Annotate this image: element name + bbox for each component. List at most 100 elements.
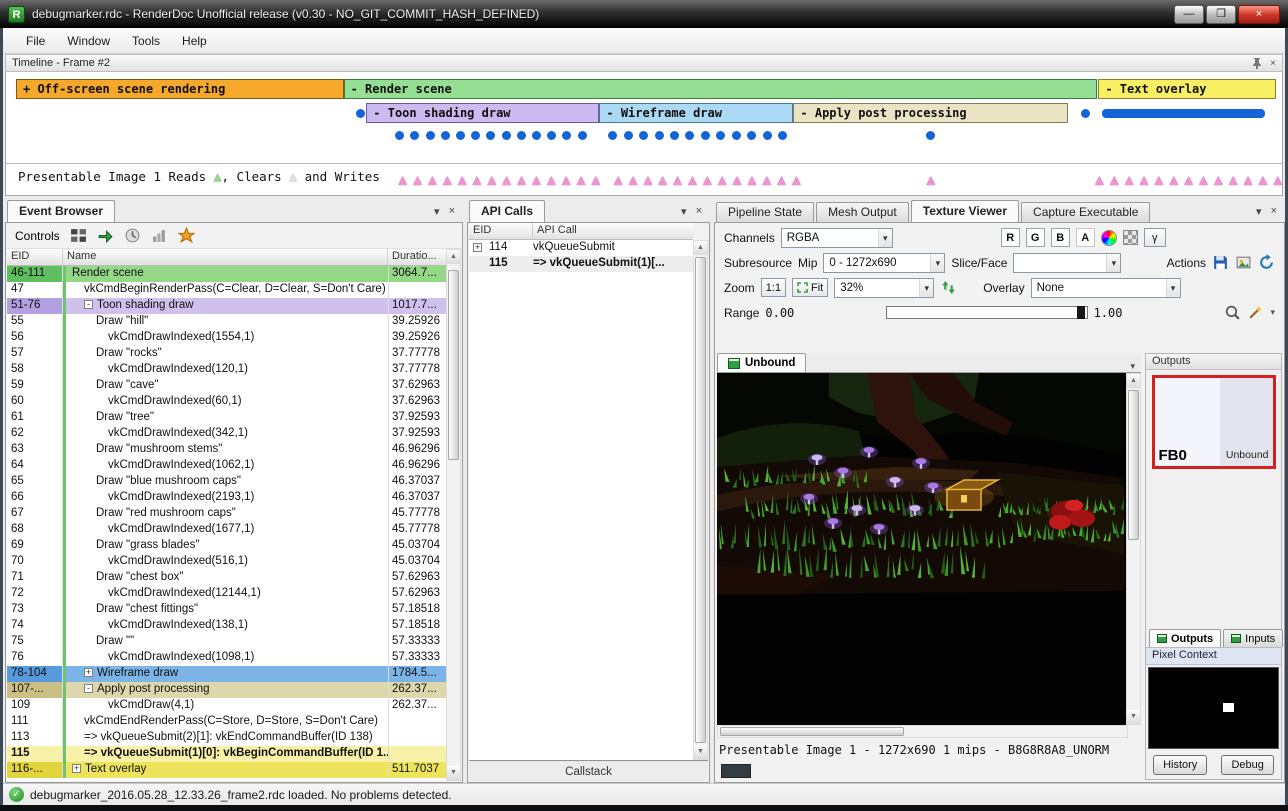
picked-color-swatch[interactable]	[721, 764, 751, 778]
autofit-wand-icon[interactable]	[1247, 304, 1264, 321]
range-min-value[interactable]: 0.00	[765, 306, 794, 320]
expand-icon[interactable]: +	[72, 764, 81, 773]
event-browser-close-icon[interactable]: ×	[449, 205, 455, 218]
menu-file[interactable]: File	[15, 31, 56, 51]
collapse-icon[interactable]: -	[84, 300, 93, 309]
write-marker-icon[interactable]: ▲	[700, 175, 715, 187]
sliceface-select[interactable]: ▾	[1013, 253, 1121, 273]
collapse-icon[interactable]: -	[84, 684, 93, 693]
write-marker-icon[interactable]: ▲	[611, 175, 626, 187]
event-row[interactable]: 63Draw "mushroom stems"46.96296	[7, 442, 446, 458]
event-row[interactable]: 66vkCmdDrawIndexed(2193,1)46.37037	[7, 490, 446, 506]
write-marker-icon[interactable]: ▲	[499, 175, 514, 187]
event-row[interactable]: 111vkCmdEndRenderPass(C=Store, D=Store, …	[7, 714, 446, 730]
write-marker-icon[interactable]: ▲	[670, 175, 685, 187]
draw-marker-dot[interactable]	[1081, 109, 1090, 118]
draw-marker-dot[interactable]	[608, 131, 617, 140]
zoom-fit-button[interactable]: Fit	[792, 278, 828, 297]
goto-eid-icon[interactable]	[97, 227, 114, 244]
scroll-up-icon[interactable]: ▲	[447, 250, 460, 264]
viewport-vscrollbar[interactable]: ▲ ▼	[1126, 373, 1141, 725]
write-marker-icon[interactable]: ▲	[1211, 175, 1226, 187]
menu-tools[interactable]: Tools	[121, 31, 171, 51]
tab-pipeline-state[interactable]: Pipeline State	[716, 202, 814, 222]
texture-tab-list-icon[interactable]: ▾	[1124, 361, 1141, 372]
event-row[interactable]: 67Draw "red mushroom caps"45.77778	[7, 506, 446, 522]
draw-marker-dot[interactable]	[395, 131, 404, 140]
open-texture-list-icon[interactable]	[1235, 254, 1252, 271]
write-marker-icon[interactable]: ▲	[484, 175, 499, 187]
write-marker-icon[interactable]: ▲	[626, 175, 641, 187]
write-marker-icon[interactable]: ▲	[923, 175, 938, 187]
overlay-select[interactable]: None▾	[1031, 278, 1181, 298]
draw-marker-dot[interactable]	[486, 131, 495, 140]
draw-marker-dot[interactable]	[701, 131, 710, 140]
api-call-row[interactable]: 115=> vkQueueSubmit(1)[...	[469, 256, 693, 272]
history-button[interactable]: History	[1153, 755, 1207, 775]
draw-marker-dot[interactable]	[732, 131, 741, 140]
tab-mesh-output[interactable]: Mesh Output	[816, 202, 909, 222]
overflow-chevron-icon[interactable]: ▾	[1270, 307, 1275, 318]
scroll-down-icon[interactable]: ▼	[1127, 710, 1140, 724]
write-marker-icon[interactable]: ▲	[1151, 175, 1166, 187]
channels-select[interactable]: RGBA▾	[781, 228, 893, 248]
write-marker-icon[interactable]: ▲	[789, 175, 804, 187]
scroll-up-icon[interactable]: ▲	[694, 241, 707, 255]
event-row[interactable]: 107-...-Apply post processing262.37...	[7, 682, 446, 698]
event-row[interactable]: 109vkCmdDraw(4,1)262.37...	[7, 698, 446, 714]
write-marker-icon[interactable]: ▲	[1241, 175, 1256, 187]
minimize-button[interactable]: —	[1174, 5, 1204, 24]
draw-marker-dot[interactable]	[655, 131, 664, 140]
flip-y-icon[interactable]	[940, 279, 957, 296]
statistics-icon[interactable]	[151, 227, 168, 244]
tab-event-browser[interactable]: Event Browser	[7, 200, 115, 222]
scroll-up-icon[interactable]: ▲	[1127, 374, 1140, 388]
texture-tab-unbound[interactable]: Unbound	[717, 353, 806, 372]
event-row[interactable]: 58vkCmdDrawIndexed(120,1)37.77778	[7, 362, 446, 378]
event-browser-menu-icon[interactable]: ▾	[434, 205, 440, 218]
zoom-1to1-button[interactable]: 1:1	[761, 278, 786, 297]
draw-marker-dot[interactable]	[547, 131, 556, 140]
event-row[interactable]: 47vkCmdBeginRenderPass(C=Clear, D=Clear,…	[7, 282, 446, 298]
refresh-icon[interactable]	[1258, 254, 1275, 271]
title-bar[interactable]: R debugmarker.rdc - RenderDoc Unofficial…	[0, 0, 1288, 28]
menu-window[interactable]: Window	[56, 31, 121, 51]
event-row[interactable]: 116-...+Text overlay511.7037	[7, 762, 446, 778]
event-row[interactable]: 59Draw "cave"37.62963	[7, 378, 446, 394]
pin-icon[interactable]	[1252, 57, 1262, 69]
write-marker-icon[interactable]: ▲	[759, 175, 774, 187]
write-marker-icon[interactable]: ▲	[1166, 175, 1181, 187]
event-row[interactable]: 73Draw "chest fittings"57.18518	[7, 602, 446, 618]
event-row[interactable]: 75Draw ""57.33333	[7, 634, 446, 650]
timeline-block[interactable]: + Off-screen scene rendering	[16, 79, 344, 99]
custom-shader-icon[interactable]	[1101, 230, 1117, 246]
write-marker-icon[interactable]: ▲	[1226, 175, 1241, 187]
timeline-block[interactable]: - Render scene	[344, 79, 1097, 99]
draw-marker-dot[interactable]	[578, 131, 587, 140]
menu-help[interactable]: Help	[171, 31, 218, 51]
write-marker-icon[interactable]: ▲	[588, 175, 603, 187]
timeline-body[interactable]: + Off-screen scene rendering- Render sce…	[5, 72, 1283, 196]
write-marker-icon[interactable]: ▲	[544, 175, 559, 187]
api-calls-close-icon[interactable]: ×	[696, 205, 702, 218]
close-button[interactable]: ×	[1238, 5, 1280, 24]
scroll-down-icon[interactable]: ▼	[694, 745, 707, 759]
event-row[interactable]: 69Draw "grass blades"45.03704	[7, 538, 446, 554]
event-row[interactable]: 61Draw "tree"37.92593	[7, 410, 446, 426]
write-marker-icon[interactable]: ▲	[1255, 175, 1270, 187]
write-marker-icon[interactable]: ▲	[574, 175, 589, 187]
write-marker-icon[interactable]: ▲	[774, 175, 789, 187]
time-durations-icon[interactable]	[124, 227, 141, 244]
event-row[interactable]: 115=> vkQueueSubmit(1)[0]: vkBeginComman…	[7, 746, 446, 762]
write-marker-icon[interactable]: ▲	[715, 175, 730, 187]
write-marker-icon[interactable]: ▲	[1107, 175, 1122, 187]
draw-marker-dot[interactable]	[426, 131, 435, 140]
texture-viewer-menu-icon[interactable]: ▾	[1256, 205, 1262, 218]
event-row[interactable]: 51-76-Toon shading draw1017.7...	[7, 298, 446, 314]
event-row[interactable]: 55Draw "hill"39.25926	[7, 314, 446, 330]
channel-blue-button[interactable]: B	[1051, 228, 1070, 247]
timeline-close-icon[interactable]: ×	[1270, 58, 1276, 69]
event-row[interactable]: 70vkCmdDrawIndexed(516,1)45.03704	[7, 554, 446, 570]
write-marker-icon[interactable]: ▲	[440, 175, 455, 187]
write-marker-icon[interactable]: ▲	[1181, 175, 1196, 187]
